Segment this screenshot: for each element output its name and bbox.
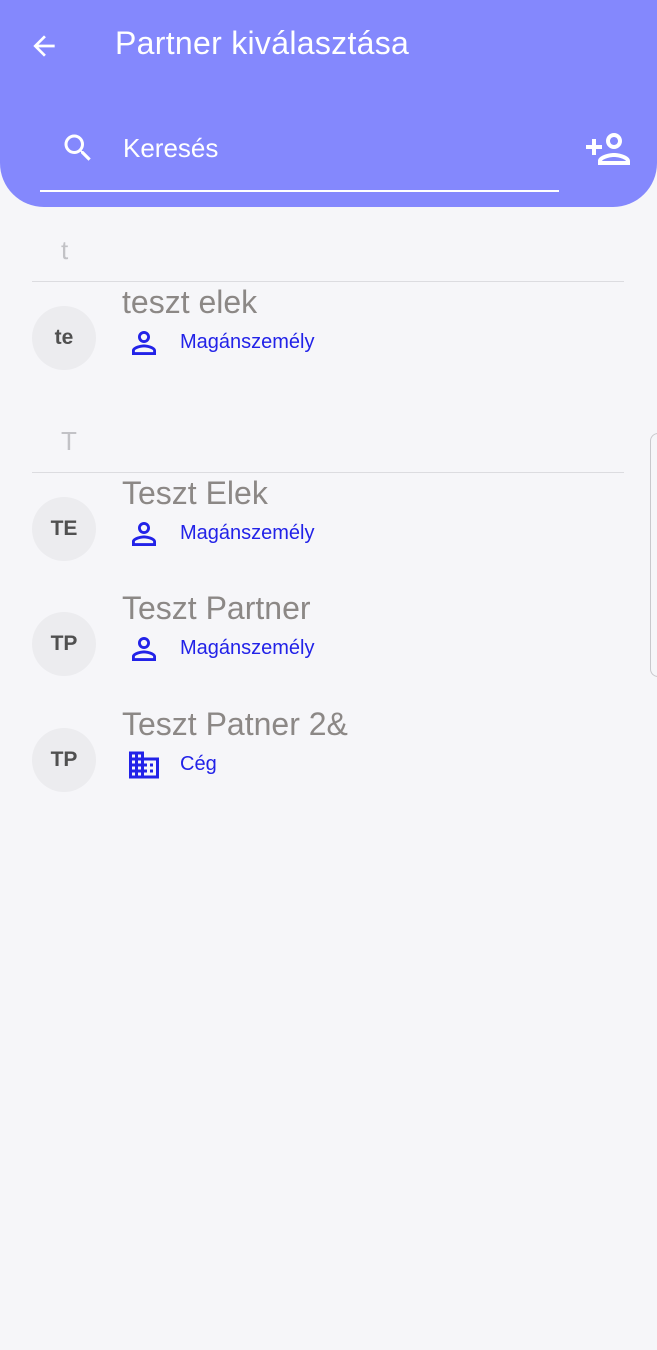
partner-name: Teszt Partner (122, 590, 311, 626)
person-icon (132, 331, 156, 355)
add-partner-button[interactable] (582, 126, 634, 172)
search-input[interactable] (123, 126, 543, 170)
scroll-indicator[interactable] (650, 433, 657, 677)
building-icon (129, 751, 159, 779)
partner-type-label: Magánszemély (180, 522, 315, 544)
back-button[interactable] (22, 24, 66, 68)
partner-name: teszt elek (122, 284, 258, 320)
section-header-T: T (32, 410, 624, 473)
avatar: TE (32, 497, 96, 561)
person-icon (132, 637, 156, 661)
arrow-left-icon (33, 35, 55, 57)
app-header: Partner kiválasztása (0, 0, 657, 207)
partner-row[interactable]: TP Teszt Partner Magánszemély (32, 590, 624, 707)
section-letter: t (61, 235, 69, 265)
person-add-icon (586, 133, 630, 165)
partner-name: Teszt Elek (122, 475, 268, 511)
partner-row[interactable]: te teszt elek Magánszemély (32, 284, 624, 401)
section-letter: T (61, 426, 77, 456)
partner-name: Teszt Patner 2& (122, 706, 348, 742)
search-icon (64, 134, 91, 161)
partner-type-label: Cég (180, 753, 217, 775)
section-header-t: t (32, 219, 624, 282)
person-icon (132, 522, 156, 546)
avatar: TP (32, 612, 96, 676)
partner-row[interactable]: TP Teszt Patner 2& Cég (32, 706, 624, 823)
partner-row[interactable]: TE Teszt Elek Magánszemély (32, 475, 624, 592)
avatar: te (32, 306, 96, 370)
search-bar (40, 118, 559, 192)
partner-type-label: Magánszemély (180, 637, 315, 659)
partner-type-label: Magánszemély (180, 331, 315, 353)
avatar: TP (32, 728, 96, 792)
page-title: Partner kiválasztása (115, 25, 410, 61)
